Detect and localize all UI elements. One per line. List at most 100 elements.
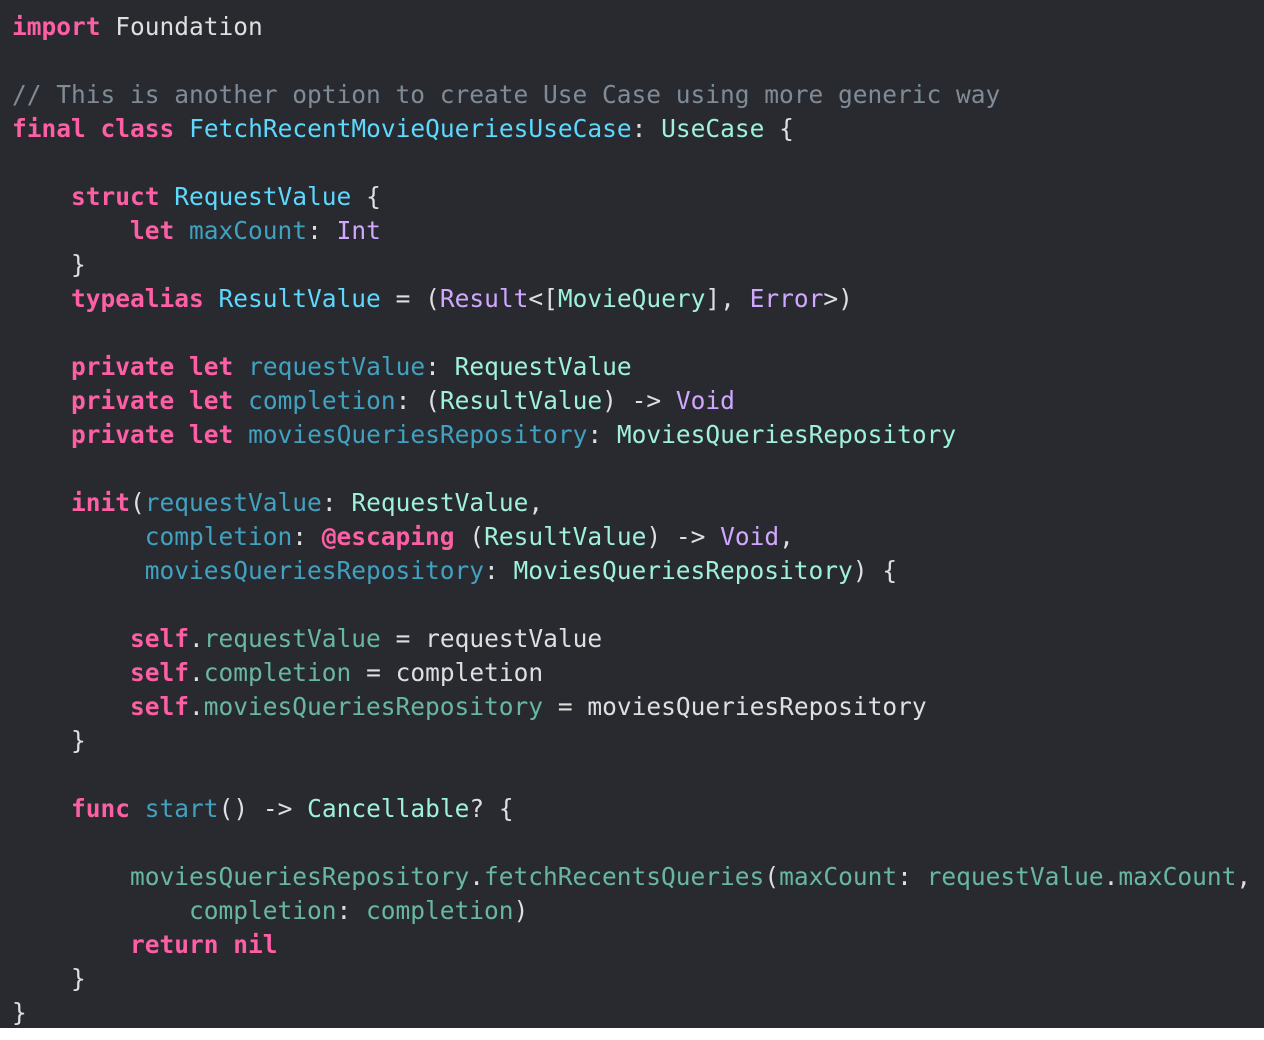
code-token-plain: . bbox=[189, 624, 204, 653]
code-line[interactable]: struct RequestValue { bbox=[12, 180, 381, 214]
code-token-type-proj: MovieQuery bbox=[557, 284, 706, 313]
code-token-keyword: let bbox=[189, 386, 234, 415]
code-line[interactable]: let maxCount: Int bbox=[12, 214, 381, 248]
code-token-ident-proj: moviesQueriesRepository bbox=[130, 862, 470, 891]
code-token-keyword: struct bbox=[71, 182, 160, 211]
code-token-plain: : ( bbox=[395, 386, 440, 415]
code-token-plain: ( bbox=[454, 522, 485, 551]
code-token-plain: : bbox=[897, 862, 927, 891]
code-line[interactable]: completion: completion) bbox=[12, 894, 528, 928]
code-token-keyword: func bbox=[71, 794, 131, 823]
code-token-type-decl: FetchRecentMovieQueriesUseCase bbox=[189, 114, 632, 143]
code-line[interactable]: // This is another option to create Use … bbox=[12, 78, 1000, 112]
code-token-ident-proj: completion bbox=[366, 896, 514, 925]
code-token-keyword: private bbox=[71, 352, 175, 381]
code-token-plain: ) bbox=[513, 896, 529, 925]
code-token-ident-decl: completion bbox=[248, 386, 396, 415]
code-token-plain: ) { bbox=[852, 556, 898, 585]
code-token-type-decl: ResultValue bbox=[218, 284, 381, 313]
code-token-ident-proj: maxCount bbox=[779, 862, 898, 891]
code-token-plain: : bbox=[631, 114, 662, 143]
code-token-keyword: let bbox=[189, 352, 234, 381]
code-line[interactable]: } bbox=[12, 248, 86, 282]
code-line[interactable]: private let completion: (ResultValue) ->… bbox=[12, 384, 735, 418]
code-line[interactable]: func start() -> Cancellable? { bbox=[12, 792, 514, 826]
code-line[interactable]: moviesQueriesRepository. fetchRecentsQuer… bbox=[12, 860, 1251, 894]
code-token-plain: = completion bbox=[351, 658, 544, 687]
code-token-plain: <[ bbox=[528, 284, 558, 313]
code-token-keyword: private bbox=[71, 386, 175, 415]
code-line[interactable]: private let requestValue: RequestValue bbox=[12, 350, 632, 384]
code-token-type-sys: Void bbox=[675, 386, 735, 415]
code-line[interactable]: final class FetchRecentMovieQueriesUseCa… bbox=[12, 112, 794, 146]
code-token-plain: ( bbox=[130, 488, 145, 517]
code-token-keyword: @escaping bbox=[321, 522, 455, 551]
code-token-plain: : bbox=[321, 488, 352, 517]
code-token-plain: = requestValue bbox=[380, 624, 603, 653]
code-token-plain: } bbox=[12, 250, 86, 279]
code-token-plain: { bbox=[764, 114, 794, 143]
code-token-ident-proj: fetchRecentsQueries bbox=[484, 862, 765, 891]
code-token-plain: : bbox=[336, 896, 367, 925]
code-token-type-proj: ResultValue bbox=[439, 386, 603, 415]
code-token-ident-proj: moviesQueriesRepository bbox=[203, 692, 544, 721]
code-token-plain: . bbox=[1103, 862, 1119, 891]
code-line[interactable]: return nil bbox=[12, 928, 278, 962]
code-line[interactable]: typealias ResultValue = (Result<[MovieQu… bbox=[12, 282, 853, 316]
code-token-plain: , bbox=[779, 522, 794, 551]
code-line[interactable]: } bbox=[12, 724, 86, 758]
code-token-plain: () -> bbox=[218, 794, 308, 823]
code-token-keyword: self bbox=[130, 658, 190, 687]
code-line[interactable]: self.completion = completion bbox=[12, 656, 543, 690]
code-line[interactable]: import Foundation bbox=[12, 10, 263, 44]
code-line[interactable]: } bbox=[12, 996, 27, 1030]
bottom-edge bbox=[0, 1028, 1264, 1040]
code-line[interactable]: self.requestValue = requestValue bbox=[12, 622, 602, 656]
code-token-ident-proj: completion bbox=[189, 896, 337, 925]
code-token-plain: : bbox=[484, 556, 514, 585]
code-token-type-sys: Result bbox=[439, 284, 529, 313]
code-token-type-proj: MoviesQueriesRepository bbox=[513, 556, 853, 585]
code-line[interactable]: completion: @escaping (ResultValue) -> V… bbox=[12, 520, 794, 554]
code-token-ident-proj: requestValue bbox=[203, 624, 381, 653]
code-token-keyword: self bbox=[130, 692, 190, 721]
code-token-type-proj: RequestValue bbox=[454, 352, 632, 381]
code-token-keyword: private bbox=[71, 420, 175, 449]
code-token-plain: ) -> bbox=[646, 522, 721, 551]
code-line[interactable]: moviesQueriesRepository: MoviesQueriesRe… bbox=[12, 554, 897, 588]
code-token-ident-proj: maxCount bbox=[1118, 862, 1237, 891]
code-token-plain: . bbox=[189, 658, 204, 687]
code-line[interactable]: private let moviesQueriesRepository: Mov… bbox=[12, 418, 956, 452]
code-token-plain: ], bbox=[705, 284, 750, 313]
code-token-plain: >) bbox=[823, 284, 853, 313]
code-line[interactable]: init(requestValue: RequestValue, bbox=[12, 486, 543, 520]
code-editor[interactable]: import Foundation // This is another opti… bbox=[0, 0, 1264, 1028]
code-line[interactable]: self.moviesQueriesRepository = moviesQue… bbox=[12, 690, 927, 724]
code-token-plain: , bbox=[528, 488, 544, 517]
code-line[interactable]: } bbox=[12, 962, 86, 996]
code-token-ident-decl: requestValue bbox=[144, 488, 322, 517]
code-token-plain: ) -> bbox=[602, 386, 676, 415]
code-token-keyword: return bbox=[130, 930, 219, 959]
code-token-ident-decl: start bbox=[144, 794, 219, 823]
code-token-type-sys: Void bbox=[720, 522, 780, 551]
code-token-keyword: self bbox=[130, 624, 190, 653]
code-token-ident-decl: moviesQueriesRepository bbox=[144, 556, 485, 585]
